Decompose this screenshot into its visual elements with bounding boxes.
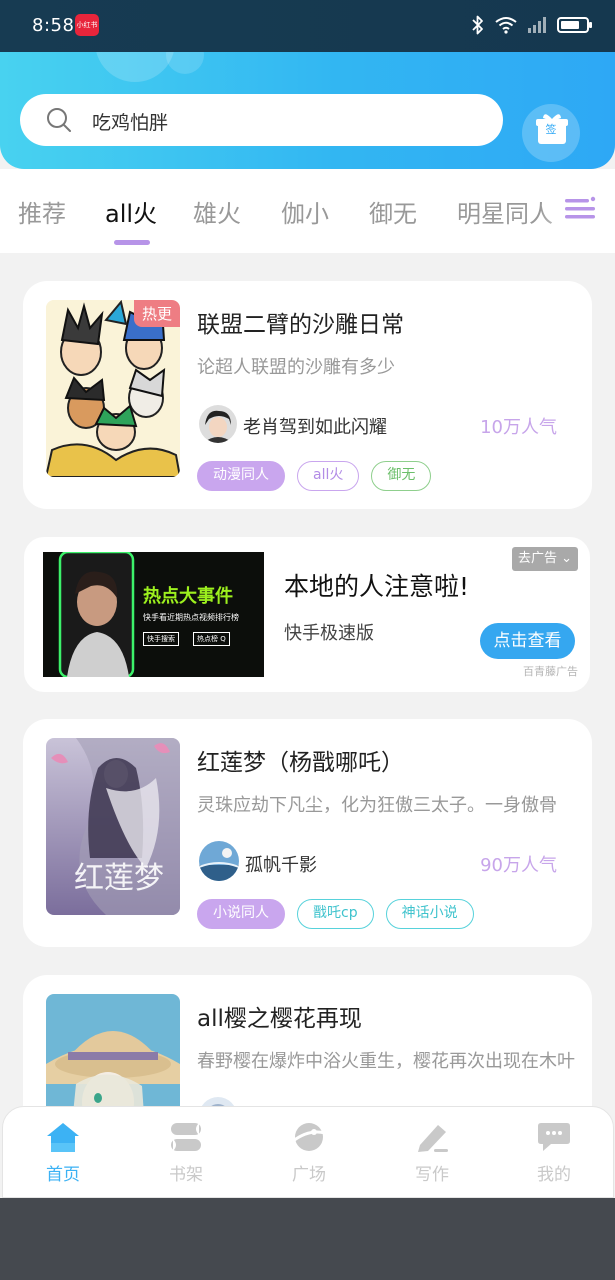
notification-app-icon: 小红书 (75, 14, 99, 36)
search-bar[interactable]: 吃鸡怕胖 (20, 94, 503, 146)
bottom-navigation: 首页 书架 广场 写作 我的 (2, 1106, 614, 1198)
cover-illustration: 红莲梦 (46, 738, 180, 915)
ad-title: 本地的人注意啦! (284, 572, 470, 601)
author-avatar[interactable] (199, 405, 237, 443)
book-cover: 红莲梦 (46, 738, 180, 915)
tag-list: 小说同人 戬吒cp 神话小说 (197, 899, 474, 929)
status-icons (471, 14, 592, 36)
signal-icon (528, 17, 546, 33)
nav-label: 广场 (292, 1165, 326, 1185)
search-placeholder: 吃鸡怕胖 (92, 112, 169, 134)
tab-jia-xiao[interactable]: 伽小 (281, 194, 329, 229)
tag-list: 动漫同人 all火 御无 (197, 461, 432, 491)
book-cover: 热更 (46, 300, 180, 477)
tag[interactable]: 神话小说 (385, 899, 474, 929)
status-time: 8:58 (32, 15, 75, 36)
book-title: 联盟二臂的沙雕日常 (197, 312, 404, 338)
nav-label: 我的 (537, 1165, 571, 1185)
chat-bubble-icon (538, 1123, 570, 1151)
tab-xiong-huo[interactable]: 雄火 (193, 194, 241, 229)
tag[interactable]: 御无 (371, 461, 432, 491)
nav-label: 首页 (46, 1165, 80, 1185)
author-name[interactable]: 孤帆千影 (245, 851, 317, 877)
tab-celebrity-fanfic[interactable]: 明星同人 (457, 194, 553, 229)
tag[interactable]: 小说同人 (197, 899, 285, 929)
nav-square[interactable]: 广场 (269, 1121, 349, 1185)
ad-subline: 快手看近期热点视频排行榜 (143, 613, 239, 622)
nav-home[interactable]: 首页 (23, 1121, 103, 1185)
category-menu-icon[interactable] (563, 194, 597, 224)
header-decoration (95, 52, 175, 82)
ad-source: 百青藤广告 (523, 665, 578, 678)
nav-bookshelf[interactable]: 书架 (146, 1121, 226, 1185)
remove-ad-label: 去广告 (517, 551, 557, 566)
tag[interactable]: all火 (297, 461, 360, 491)
ad-cta-button[interactable]: 点击查看 (480, 623, 575, 659)
sign-in-button[interactable]: 签 (522, 104, 580, 162)
bluetooth-icon (472, 15, 483, 35)
book-description: 论超人联盟的沙雕有多少 (197, 357, 395, 378)
status-bar: 8:58 小红书 (0, 0, 615, 52)
tab-recommend[interactable]: 推荐 (18, 194, 66, 229)
wifi-icon (495, 17, 517, 34)
header-decoration (166, 52, 204, 74)
ad-headline: 热点大事件 (143, 586, 233, 607)
book-title: all樱之樱花再现 (197, 1006, 362, 1032)
search-icon (47, 108, 71, 132)
home-icon (47, 1123, 79, 1152)
nav-profile[interactable]: 我的 (514, 1121, 594, 1185)
ad-card[interactable]: 热点大事件 快手看近期热点视频排行榜 快手搜索 热点榜 Q 本地的人注意啦! 快… (24, 537, 590, 692)
battery-icon (557, 17, 592, 33)
book-title: 红莲梦（杨戬哪吒） (197, 750, 404, 776)
popularity-count: 10万人气 (480, 417, 557, 438)
book-card[interactable]: 热更 联盟二臂的沙雕日常 论超人联盟的沙雕有多少 老肖驾到如此闪耀 10万人气 … (23, 281, 592, 509)
header: 吃鸡怕胖 签 (0, 52, 615, 169)
tab-yu-wu[interactable]: 御无 (369, 194, 417, 229)
ad-image: 热点大事件 快手看近期热点视频排行榜 快手搜索 热点榜 Q (43, 552, 264, 677)
book-card[interactable]: 红莲梦 红莲梦（杨戬哪吒） 灵珠应劫下凡尘，化为狂傲三太子。一身傲骨 孤帆千影 … (23, 719, 592, 947)
tag[interactable]: 动漫同人 (197, 461, 285, 491)
planet-icon (292, 1123, 326, 1151)
app-screen: 8:58 小红书 吃鸡怕胖 签 推荐 all火 雄火 伽小 御无 明星同人 热更… (0, 0, 615, 1198)
book-description: 灵珠应劫下凡尘，化为狂傲三太子。一身傲骨 (197, 795, 557, 816)
ad-image-tag: 快手搜索 (143, 632, 179, 646)
book-description: 春野樱在爆炸中浴火重生，樱花再次出现在木叶 (197, 1051, 575, 1072)
svg-text:红莲梦: 红莲梦 (74, 861, 164, 896)
hot-update-badge: 热更 (133, 300, 180, 327)
bookshelf-icon (171, 1123, 201, 1151)
pen-icon (418, 1125, 448, 1152)
sign-in-label: 签 (545, 123, 557, 136)
author-name[interactable]: 老肖驾到如此闪耀 (243, 413, 387, 439)
nav-label: 书架 (169, 1165, 203, 1185)
remove-ad-button[interactable]: 去广告 ⌄ (511, 547, 578, 571)
active-tab-indicator (114, 240, 150, 245)
nav-write[interactable]: 写作 (392, 1121, 472, 1185)
tab-all-fire[interactable]: all火 (105, 194, 157, 229)
author-avatar[interactable] (199, 841, 239, 881)
category-tabs: 推荐 all火 雄火 伽小 御无 明星同人 (0, 169, 615, 253)
ad-image-tag: 热点榜 Q (193, 632, 230, 646)
system-navigation-bar (0, 1198, 615, 1280)
tag[interactable]: 戬吒cp (297, 899, 374, 929)
nav-label: 写作 (415, 1165, 449, 1185)
popularity-count: 90万人气 (480, 855, 557, 876)
ad-subtitle: 快手极速版 (284, 623, 374, 644)
